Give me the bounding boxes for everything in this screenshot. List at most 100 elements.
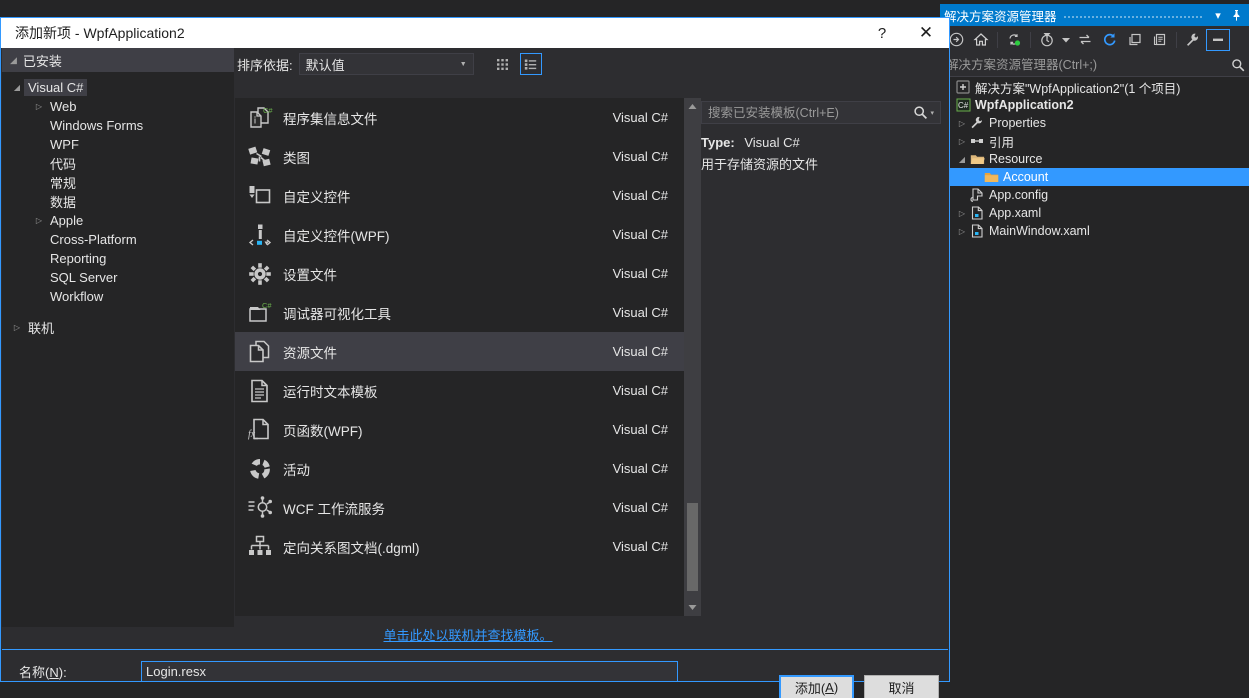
template-list-item[interactable]: 类图 Visual C#: [235, 137, 684, 176]
search-icon[interactable]: [1231, 58, 1245, 72]
properties-wrench-icon[interactable]: [1181, 29, 1205, 51]
preview-selected-items-icon[interactable]: [1206, 28, 1230, 51]
template-language: Visual C#: [612, 383, 668, 398]
category-item-label: Reporting: [50, 251, 107, 266]
chevron-right-icon[interactable]: ▷: [956, 119, 968, 128]
scroll-up-arrow-icon[interactable]: [684, 98, 701, 115]
template-list-item[interactable]: 设置文件 Visual C#: [235, 254, 684, 293]
chevron-down-icon[interactable]: ▾: [1209, 6, 1227, 24]
template-list-scrollbar[interactable]: [684, 98, 701, 616]
category-item-visual-c-[interactable]: ◢ Visual C#: [2, 78, 234, 97]
template-list-item[interactable]: 资源文件 Visual C#: [235, 332, 684, 371]
category-item-windows-forms[interactable]: Windows Forms: [2, 116, 234, 135]
add-button-pre: 添加(: [794, 681, 826, 696]
page-function-icon: fx: [243, 417, 277, 443]
template-list-item[interactable]: 活动 Visual C#: [235, 449, 684, 488]
chevron-right-icon[interactable]: ▷: [32, 102, 46, 111]
view-code-icon[interactable]: [1148, 29, 1172, 51]
find-templates-online-link[interactable]: 单击此处以联机并查找模板。: [383, 625, 552, 644]
dialog-title: 添加新项 - WpfApplication2: [1, 23, 861, 43]
template-list-item[interactable]: C# 程序集信息文件 Visual C#: [235, 98, 684, 137]
scrollbar-thumb[interactable]: [687, 503, 698, 591]
solution-explorer-search-input[interactable]: [946, 57, 1231, 72]
category-item--[interactable]: 代码: [2, 154, 234, 173]
pending-changes-filter-icon[interactable]: [1035, 29, 1059, 51]
collapse-all-icon[interactable]: [1123, 29, 1147, 51]
template-list-item[interactable]: 自定义控件 Visual C#: [235, 176, 684, 215]
cancel-button[interactable]: 取消: [864, 675, 939, 698]
close-button[interactable]: ✕: [903, 18, 949, 48]
chevron-right-icon[interactable]: ▷: [956, 227, 968, 236]
template-detail-pane: Type: Visual C# 用于存储资源的文件: [701, 132, 941, 176]
refresh-icon[interactable]: [1098, 29, 1122, 51]
template-language: Visual C#: [612, 266, 668, 281]
dialog-title-separator: -: [71, 25, 84, 41]
installed-header: ◢ 已安装: [2, 48, 234, 72]
grid-view-button[interactable]: [492, 53, 514, 75]
chevron-down-icon[interactable]: ◢: [956, 155, 968, 164]
detail-type-value: Visual C#: [744, 135, 800, 150]
folder-open-icon: [968, 153, 986, 166]
category-item-wpf[interactable]: WPF: [2, 135, 234, 154]
name-field-label: 名称(N):: [1, 662, 141, 681]
show-all-files-icon[interactable]: [1073, 29, 1097, 51]
category-item--[interactable]: 数据: [2, 192, 234, 211]
category-item-label: Apple: [50, 213, 84, 228]
category-item-workflow[interactable]: Workflow: [2, 287, 234, 306]
toolbar-separator: [1176, 31, 1177, 48]
search-icon[interactable]: [913, 105, 928, 120]
category-item-cross-platform[interactable]: Cross-Platform: [2, 230, 234, 249]
chevron-right-icon[interactable]: ▷: [32, 216, 46, 225]
chevron-down-icon[interactable]: ◢: [10, 55, 17, 66]
solution-explorer-item[interactable]: ◢ Resource: [940, 150, 1249, 168]
template-search[interactable]: ▾: [701, 101, 941, 124]
help-button[interactable]: ?: [861, 18, 903, 48]
template-name: 调试器可视化工具: [283, 306, 391, 322]
chevron-down-icon[interactable]: ◢: [10, 83, 24, 92]
solution-explorer-item[interactable]: ▷ 引用: [940, 132, 1249, 150]
category-item-reporting[interactable]: Reporting: [2, 249, 234, 268]
template-list-item[interactable]: 定向关系图文档(.dgml) Visual C#: [235, 527, 684, 566]
solution-explorer-item[interactable]: ▷ MainWindow.xaml: [940, 222, 1249, 240]
add-button[interactable]: 添加(A): [779, 675, 854, 698]
category-item-apple[interactable]: ▷ Apple: [2, 211, 234, 230]
category-item--[interactable]: ▷ 联机: [2, 318, 234, 337]
solution-explorer-title: 解决方案资源管理器: [944, 9, 1057, 24]
chevron-down-icon[interactable]: [1060, 29, 1072, 51]
solution-explorer-item[interactable]: Account: [940, 168, 1249, 186]
find-templates-online: 单击此处以联机并查找模板。: [235, 623, 701, 645]
home-icon[interactable]: [969, 29, 993, 51]
template-language: Visual C#: [612, 539, 668, 554]
name-input[interactable]: [141, 660, 678, 682]
chevron-down-icon[interactable]: ▾: [928, 109, 938, 117]
solution-explorer-item[interactable]: App.config: [940, 186, 1249, 204]
solution-explorer-item[interactable]: ▷ Properties: [940, 114, 1249, 132]
solution-explorer-item[interactable]: 解决方案"WpfApplication2"(1 个项目): [940, 78, 1249, 96]
template-search-input[interactable]: [708, 105, 914, 120]
template-name: 运行时文本模板: [283, 384, 378, 400]
category-item--[interactable]: 常规: [2, 173, 234, 192]
solution-explorer-item-label: WpfApplication2: [975, 98, 1074, 112]
pin-icon[interactable]: [1227, 6, 1245, 24]
category-item-sql-server[interactable]: SQL Server: [2, 268, 234, 287]
chevron-right-icon[interactable]: ▷: [956, 137, 968, 146]
solution-explorer-item-label: App.config: [989, 188, 1049, 202]
solution-explorer-item[interactable]: ▷ App.xaml: [940, 204, 1249, 222]
chevron-right-icon[interactable]: ▷: [10, 323, 24, 332]
solution-explorer-search[interactable]: [940, 53, 1249, 77]
solution-explorer-item-label: Resource: [989, 152, 1043, 166]
list-view-button[interactable]: [519, 53, 542, 75]
template-list-item[interactable]: fx 页函数(WPF) Visual C#: [235, 410, 684, 449]
template-list-item[interactable]: 自定义控件(WPF) Visual C#: [235, 215, 684, 254]
scroll-down-arrow-icon[interactable]: [684, 599, 701, 616]
category-item-web[interactable]: ▷ Web: [2, 97, 234, 116]
template-list-item[interactable]: 运行时文本模板 Visual C#: [235, 371, 684, 410]
solution-explorer-item[interactable]: C# WpfApplication2: [940, 96, 1249, 114]
sync-with-active-document-icon[interactable]: [1002, 29, 1026, 51]
sort-by-select[interactable]: 默认值 ▼: [298, 53, 474, 75]
chevron-right-icon[interactable]: ▷: [956, 209, 968, 218]
template-list-item[interactable]: WCF 工作流服务 Visual C#: [235, 488, 684, 527]
template-language: Visual C#: [612, 110, 668, 125]
template-list-item[interactable]: C# 调试器可视化工具 Visual C#: [235, 293, 684, 332]
xaml-file-icon: [968, 224, 986, 238]
